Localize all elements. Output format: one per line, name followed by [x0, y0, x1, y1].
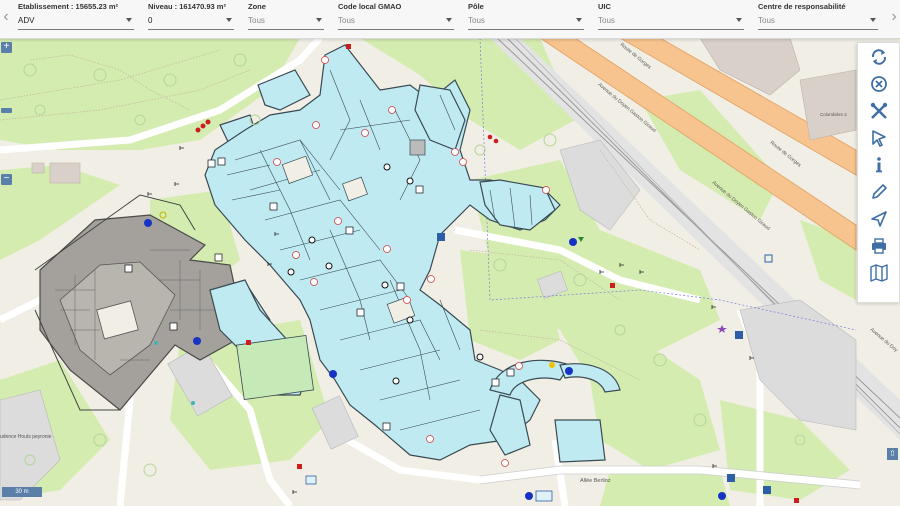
zoom-slider-handle[interactable]: [1, 108, 12, 113]
filter-centre-responsabilite[interactable]: Centre de responsabilité Tous: [758, 2, 878, 34]
blue-marker[interactable]: [193, 337, 201, 345]
refresh-icon[interactable]: [868, 46, 890, 68]
bus-stop-icon[interactable]: [535, 490, 553, 502]
blue-marker[interactable]: [329, 370, 337, 378]
chevron-down-icon: [316, 18, 322, 22]
filter-label: Code local GMAO: [338, 2, 402, 11]
niveau-select[interactable]: 0: [148, 15, 234, 30]
pole-select[interactable]: Tous: [468, 15, 584, 30]
map-icon[interactable]: [868, 262, 890, 284]
code-local-select[interactable]: Tous: [338, 15, 454, 30]
pencil-icon[interactable]: [868, 181, 890, 203]
filter-bar: ‹ Etablissement : 15655.23 m² ADV Niveau…: [0, 0, 900, 39]
uic-select[interactable]: Tous: [598, 15, 744, 30]
scale-bar: 30 m: [2, 487, 42, 497]
blue-marker[interactable]: [565, 367, 573, 375]
info-icon[interactable]: [868, 154, 890, 176]
residence-label: udence Houts peyronie: [0, 434, 52, 440]
yellow-marker[interactable]: [549, 362, 555, 368]
parking-icon[interactable]: [305, 475, 317, 485]
zone-select[interactable]: Tous: [248, 15, 324, 30]
scroll-top-button[interactable]: ⇧: [887, 448, 898, 460]
zoom-in-button[interactable]: +: [1, 42, 12, 53]
filter-label: Pôle: [468, 2, 484, 11]
pointer-icon[interactable]: [868, 127, 890, 149]
filter-code-local[interactable]: Code local GMAO Tous: [338, 2, 454, 34]
chevron-down-icon: [576, 18, 582, 22]
chevron-down-icon: [870, 18, 876, 22]
teal-marker[interactable]: [154, 341, 158, 345]
allee-berlioz-label: Allée Berlioz: [580, 478, 611, 484]
filter-label: UIC: [598, 2, 611, 11]
teal-marker[interactable]: [191, 401, 195, 405]
filter-label: Niveau : 161470.93 m²: [148, 2, 226, 11]
map-canvas[interactable]: Route de Gorges Route de Gorges Avenue d…: [0, 38, 900, 506]
navigate-icon[interactable]: [868, 208, 890, 230]
etablissement-select[interactable]: ADV: [18, 15, 134, 30]
next-arrow-icon[interactable]: ›: [889, 6, 899, 28]
colombiere-label: Colombière 2: [820, 112, 847, 117]
filter-label: Etablissement : 15655.23 m²: [18, 2, 119, 11]
print-icon[interactable]: [868, 235, 890, 257]
map-svg[interactable]: Route de Gorges Route de Gorges Avenue d…: [0, 38, 900, 506]
centre-select[interactable]: Tous: [758, 15, 878, 30]
chevron-down-icon: [126, 18, 132, 22]
filter-uic[interactable]: UIC Tous: [598, 2, 744, 34]
filter-label: Centre de responsabilité: [758, 2, 846, 11]
zoom-out-button[interactable]: −: [1, 174, 12, 185]
filter-pole[interactable]: Pôle Tous: [468, 2, 584, 34]
chevron-down-icon: [226, 18, 232, 22]
tools-icon[interactable]: [868, 100, 890, 122]
close-circle-icon[interactable]: [868, 73, 890, 95]
map-toolbar: [857, 42, 900, 303]
blue-marker[interactable]: [718, 492, 726, 500]
filter-etablissement[interactable]: Etablissement : 15655.23 m² ADV: [18, 2, 134, 34]
filter-zone[interactable]: Zone Tous: [248, 2, 324, 34]
chevron-down-icon: [446, 18, 452, 22]
blue-marker[interactable]: [144, 219, 152, 227]
blue-marker[interactable]: [525, 492, 533, 500]
chevron-down-icon: [736, 18, 742, 22]
filter-label: Zone: [248, 2, 266, 11]
prev-arrow-icon[interactable]: ‹: [1, 6, 11, 28]
garden-court: [236, 334, 315, 401]
blue-marker[interactable]: [569, 238, 577, 246]
filter-niveau[interactable]: Niveau : 161470.93 m² 0: [148, 2, 234, 34]
